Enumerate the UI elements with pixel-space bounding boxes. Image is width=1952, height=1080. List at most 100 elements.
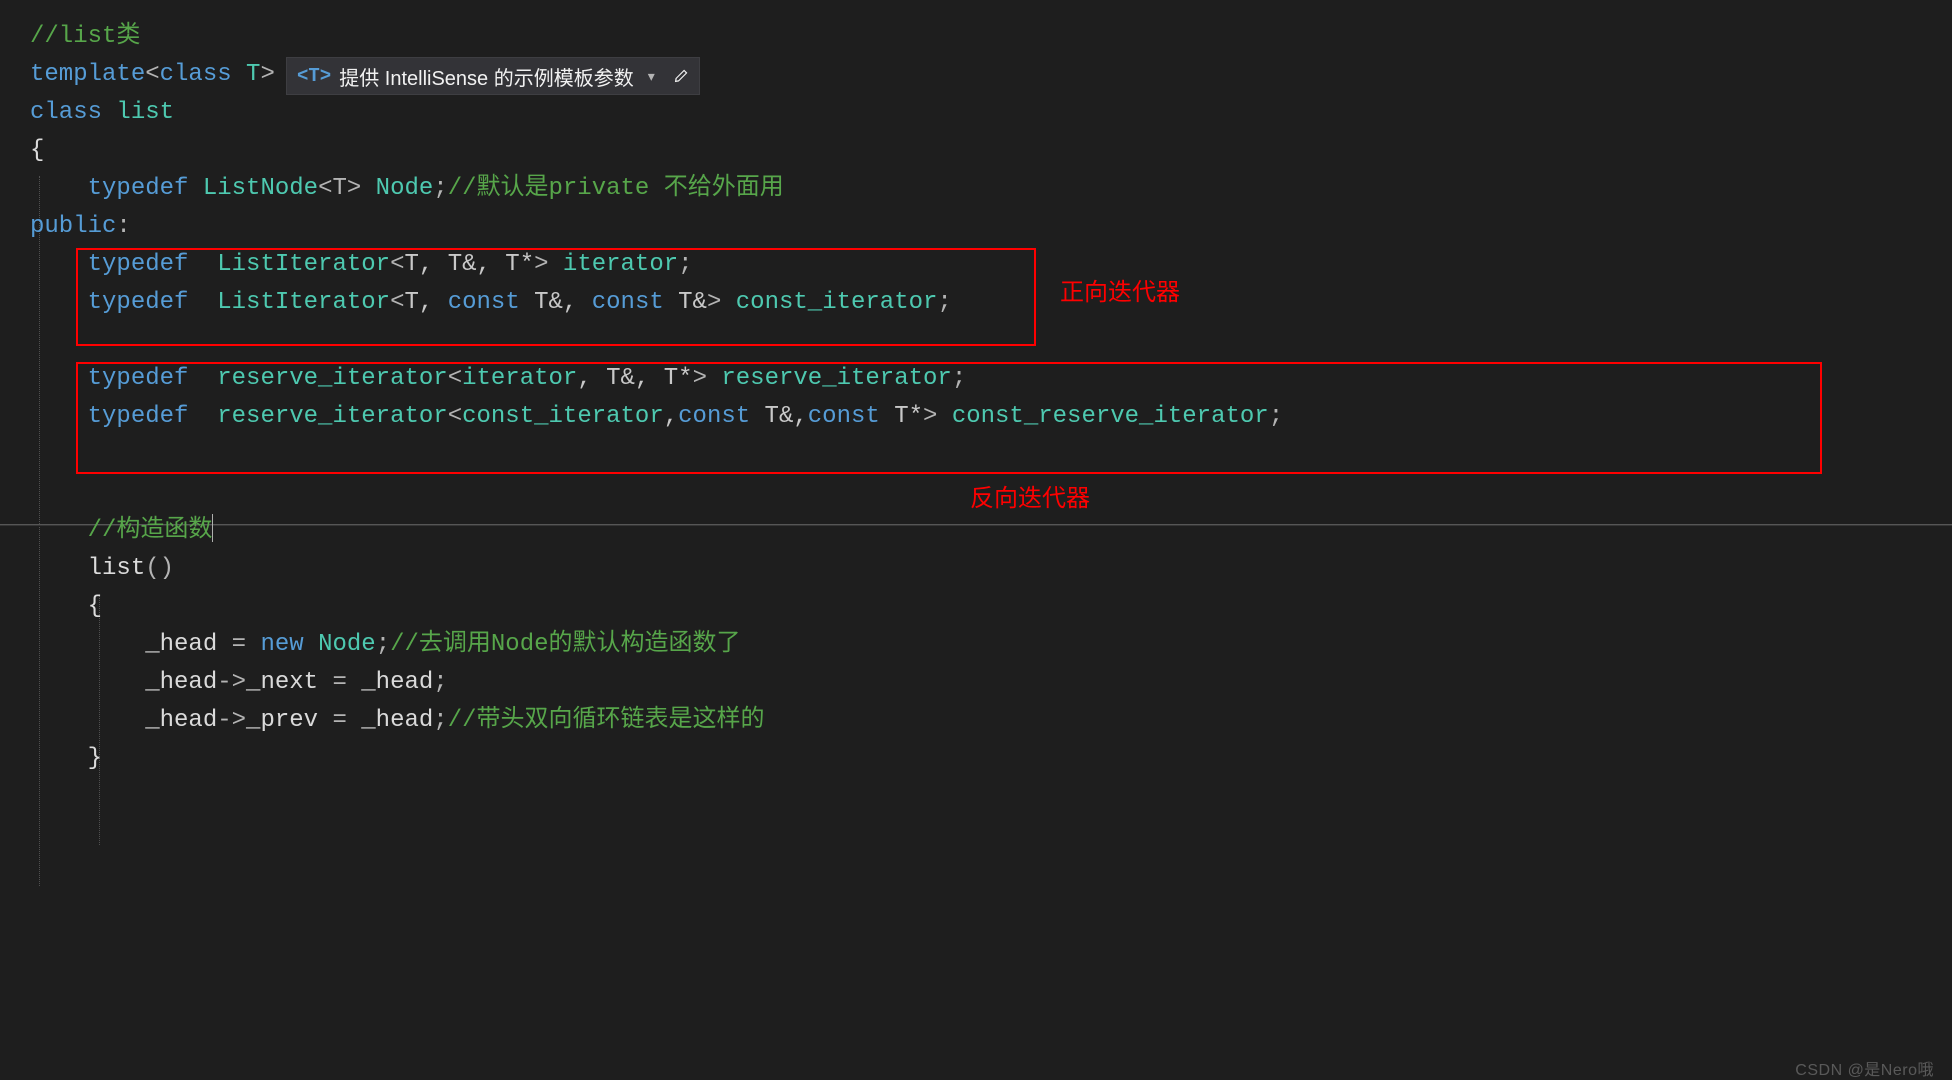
angle-open: < [448,403,462,430]
alias-node: Node [361,175,433,202]
brace-open: { [30,137,44,164]
code-line[interactable] [0,436,1952,474]
alias-const-iterator: const_iterator [721,289,937,316]
type-listnode: ListNode [188,175,318,202]
code-line[interactable]: typedef reserve_iterator<const_iterator,… [0,398,1952,436]
keyword-const: const [448,289,520,316]
member-head: _head [361,669,433,696]
code-line[interactable]: //list类 [0,18,1952,56]
angle-close: > [923,403,937,430]
code-line[interactable]: //构造函数 [0,512,1952,550]
comment: //默认是private 不给外面用 [448,175,784,202]
keyword-class: class [30,99,102,126]
comma: , [664,403,678,430]
arg: T& [750,403,793,430]
intellisense-description: 提供 IntelliSense 的示例模板参数 [339,62,640,91]
alias-const-reserve-iterator: const_reserve_iterator [937,403,1268,430]
code-line[interactable] [0,322,1952,360]
arg-iterator: iterator [462,365,577,392]
angle-close: > [260,61,274,88]
angle-open: < [448,365,462,392]
keyword-const: const [678,403,750,430]
member-next: _next [246,669,318,696]
semicolon: ; [376,631,390,658]
parens: () [145,555,174,582]
comment: //带头双向循环链表是这样的 [448,707,765,734]
code-line[interactable]: { [0,132,1952,170]
angle-open: < [390,251,404,278]
arg: T* [880,403,923,430]
arrow: -> [217,669,246,696]
arg: T, [404,289,447,316]
arg: T& [664,289,707,316]
keyword-typedef: typedef [88,403,189,430]
member-head: _head [145,631,217,658]
type-node: Node [304,631,376,658]
colon: : [116,213,130,240]
code-line[interactable] [0,474,1952,512]
comma: , [577,365,606,392]
arg-const-iterator: const_iterator [462,403,664,430]
comment: //去调用Node的默认构造函数了 [390,631,740,658]
angle-close: > [707,289,721,316]
comment: //构造函数 [88,517,213,544]
pencil-icon[interactable] [663,68,699,84]
code-line[interactable]: typedef ListNode<T> Node;//默认是private 不给… [0,170,1952,208]
type-listiterator: ListIterator [188,289,390,316]
assign: = [217,631,260,658]
arg: T&, [520,289,592,316]
keyword-typedef: typedef [88,251,189,278]
intellisense-tooltip[interactable]: <T> 提供 IntelliSense 的示例模板参数 ▾ [286,57,700,95]
member-prev: _prev [246,707,318,734]
arg: T* [664,365,693,392]
semicolon: ; [433,707,447,734]
code-line[interactable]: { [0,588,1952,626]
semicolon: ; [433,669,447,696]
assign: = [318,707,361,734]
type-reserve-iterator: reserve_iterator [188,365,447,392]
semicolon: ; [937,289,951,316]
member-head: _head [361,707,433,734]
brace-open: { [88,593,102,620]
semicolon: ; [952,365,966,392]
keyword-typedef: typedef [88,289,189,316]
alias-reserve-iterator: reserve_iterator [707,365,952,392]
brace-close: } [88,745,102,772]
code-line[interactable]: _head->_prev = _head;//带头双向循环链表是这样的 [0,702,1952,740]
ctor-name: list [88,555,146,582]
keyword-template: template [30,61,145,88]
code-editor[interactable]: //list类 template<class T> class list { t… [0,0,1952,1080]
arg: T& [606,365,635,392]
code-line[interactable]: typedef ListIterator<T, const T&, const … [0,284,1952,322]
watermark: CSDN @是Nero哦 [1795,1056,1934,1080]
type-param: T [232,61,261,88]
member-head: _head [145,669,217,696]
angle-open: < [145,61,159,88]
keyword-const: const [592,289,664,316]
alias-iterator: iterator [549,251,679,278]
angle-close: > [534,251,548,278]
code-line[interactable]: _head->_next = _head; [0,664,1952,702]
intellisense-type-param: <T> [287,65,339,87]
code-line[interactable]: _head = new Node;//去调用Node的默认构造函数了 [0,626,1952,664]
member-head: _head [145,707,217,734]
angle-open: < [390,289,404,316]
template-args: <T> [318,175,361,202]
code-line[interactable]: typedef reserve_iterator<iterator, T&, T… [0,360,1952,398]
code-line[interactable]: } [0,740,1952,778]
semicolon: ; [1269,403,1283,430]
angle-close: > [693,365,707,392]
template-args: T, T&, T* [404,251,534,278]
assign: = [318,669,361,696]
keyword-typedef: typedef [88,365,189,392]
code-line[interactable]: list() [0,550,1952,588]
comma: , [793,403,807,430]
chevron-down-icon[interactable]: ▾ [640,68,663,85]
semicolon: ; [678,251,692,278]
arrow: -> [217,707,246,734]
code-line[interactable]: public: [0,208,1952,246]
code-line[interactable]: class list [0,94,1952,132]
code-line[interactable]: typedef ListIterator<T, T&, T*> iterator… [0,246,1952,284]
comma: , [635,365,664,392]
keyword-class: class [160,61,232,88]
